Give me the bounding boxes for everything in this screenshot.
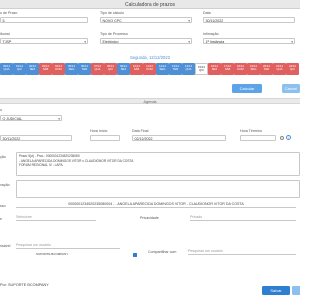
day-cell: 22/12 QUI bbox=[286, 63, 299, 75]
day-weekday: TER bbox=[81, 67, 88, 72]
responsavel-label: nsável bbox=[0, 244, 11, 248]
compartilhar-label: Compartilhar com bbox=[148, 250, 177, 254]
salvar-button[interactable]: Salvar bbox=[262, 286, 290, 295]
day-weekday: SEG bbox=[250, 67, 257, 72]
privacidade-label: Privacidade bbox=[140, 216, 159, 220]
day-weekday: QUI bbox=[290, 67, 295, 72]
responsavel-input[interactable]: Pesquisar um usuário bbox=[16, 243, 120, 249]
processo-field[interactable]: 0000001234520235080004 - - ANGELA APAREC… bbox=[16, 202, 296, 208]
day-cell: 21/12 QUA bbox=[273, 63, 286, 75]
cancelar-button[interactable]: Cancel bbox=[282, 84, 300, 93]
day-cell: 17/12 SÁB bbox=[221, 63, 234, 75]
data-inicial-input[interactable]: 30/11/2022 bbox=[0, 135, 72, 141]
privacidade-select[interactable]: Privado bbox=[190, 215, 296, 221]
day-cell: 15/12 QUI bbox=[195, 63, 208, 75]
day-cell: 11/12 DOM bbox=[143, 63, 156, 75]
day-weekday: QUA bbox=[185, 67, 192, 72]
hora-inicio-label: Hora Início bbox=[90, 129, 108, 133]
cancelar-footer-button[interactable] bbox=[292, 286, 300, 295]
day-cell: 18/12 DOM bbox=[234, 63, 247, 75]
day-weekday: SEG bbox=[159, 67, 166, 72]
descricao-line: FORUM REGIONAL IV - LAPA bbox=[19, 163, 63, 168]
day-weekday: SEX bbox=[211, 67, 218, 72]
prazo-input[interactable]: 5 bbox=[0, 17, 88, 23]
day-weekday: TER bbox=[263, 67, 270, 72]
day-cell: 05/12 SEG bbox=[65, 63, 78, 75]
tipo-processo-label: Tipo de Processo bbox=[100, 32, 128, 36]
day-weekday: SÁB bbox=[133, 67, 140, 72]
day-cell: 13/12 TER bbox=[169, 63, 182, 75]
intimacao-select[interactable]: 1ª Instância bbox=[203, 38, 295, 44]
day-cell: 09/12 SEX bbox=[117, 63, 130, 75]
day-cell: 30/11 QUA bbox=[0, 63, 13, 75]
data-input[interactable]: 30/11/2022 bbox=[203, 17, 295, 23]
day-cell: 16/12 SEX bbox=[208, 63, 221, 75]
observacao-textarea[interactable] bbox=[16, 180, 300, 198]
result-date: Segunda, 12/12/2022 bbox=[129, 55, 171, 60]
tipo-label: o bbox=[0, 108, 2, 112]
day-weekday: SEX bbox=[120, 67, 127, 72]
day-weekday: SÁB bbox=[42, 67, 49, 72]
day-cell: 03/12 SÁB bbox=[39, 63, 52, 75]
window-title: Calculadora de prazos bbox=[124, 2, 176, 8]
prazo-label: o de Prazo bbox=[0, 11, 18, 15]
day-cell: 02/12 SEX bbox=[26, 63, 39, 75]
hora-termino-input[interactable] bbox=[240, 135, 276, 141]
info-icon: i bbox=[286, 135, 291, 140]
day-weekday: SÁB bbox=[224, 67, 231, 72]
day-cell: 12/12 SEG bbox=[156, 63, 169, 75]
day-cell: 14/12 QUA bbox=[182, 63, 195, 75]
data-final-input[interactable]: 02/12/2022 bbox=[132, 135, 226, 141]
day-cell: 06/12 TER bbox=[78, 63, 91, 75]
processo-label: sso bbox=[0, 204, 6, 208]
day-cell: 01/12 QUI bbox=[13, 63, 26, 75]
day-weekday: QUI bbox=[17, 67, 22, 72]
day-weekday: DOM bbox=[237, 67, 244, 72]
day-weekday: QUI bbox=[199, 68, 204, 73]
tipo-calculo-select[interactable]: NOVO CPC bbox=[100, 17, 192, 23]
tipo-calculo-label: Tipo de cálculo bbox=[100, 11, 125, 15]
day-cell: 07/12 QUA bbox=[91, 63, 104, 75]
day-strip: 30/11 QUA 01/12 QUI 02/12 SEX 03/12 SÁB 04/12 DOM… bbox=[0, 63, 300, 76]
day-weekday: SEG bbox=[68, 67, 75, 72]
observacao-label: vação bbox=[0, 183, 10, 187]
data-final-label: Data Final bbox=[132, 129, 149, 133]
day-weekday: DOM bbox=[55, 67, 62, 72]
footer-user: Por: SUPORTE BCOMPANY bbox=[0, 283, 49, 287]
day-weekday: TER bbox=[172, 67, 179, 72]
day-weekday: DOM bbox=[146, 67, 153, 72]
dia-inteiro-radio[interactable] bbox=[280, 136, 284, 140]
day-cell: 10/12 SÁB bbox=[130, 63, 143, 75]
assigned-user-checkbox[interactable] bbox=[133, 253, 137, 257]
day-weekday: QUA bbox=[3, 67, 10, 72]
intimacao-label: Intimação bbox=[203, 32, 219, 36]
day-cell: 19/12 SEG bbox=[247, 63, 260, 75]
day-weekday: QUI bbox=[108, 67, 113, 72]
cliente-select[interactable]: Selecione bbox=[16, 215, 96, 221]
day-cell: 20/12 TER bbox=[260, 63, 273, 75]
agenda-section-header: Agenda bbox=[0, 98, 300, 104]
calcular-button[interactable]: Calcular bbox=[232, 84, 262, 93]
day-weekday: QUA bbox=[94, 67, 101, 72]
data-label: Data bbox=[203, 11, 211, 15]
hora-inicio-input[interactable] bbox=[90, 135, 120, 141]
tribunal-select[interactable]: TJSP bbox=[0, 38, 88, 44]
hora-termino-label: Hora Término bbox=[240, 129, 262, 133]
day-weekday: QUA bbox=[276, 67, 283, 72]
window-title-bar: Calculadora de prazos bbox=[0, 0, 300, 9]
day-cell: 04/12 DOM bbox=[52, 63, 65, 75]
compartilhar-input[interactable]: Pesquisar um usuário bbox=[188, 249, 296, 255]
cliente-label: e bbox=[0, 217, 2, 221]
day-weekday: SEX bbox=[29, 67, 36, 72]
tribunal-label: ibunal bbox=[0, 32, 10, 36]
tipo-processo-select[interactable]: Eletrônico bbox=[100, 38, 192, 44]
day-cell: 08/12 QUI bbox=[104, 63, 117, 75]
assigned-user: SUPORTE BCOMPANY bbox=[36, 252, 69, 256]
descricao-textarea[interactable]: Prazo 5(d) - Proc.: 0000001234520235080 … bbox=[16, 152, 300, 176]
tipo-select[interactable]: O JUDICIAL bbox=[0, 115, 62, 121]
descricao-label: ção bbox=[0, 155, 6, 159]
